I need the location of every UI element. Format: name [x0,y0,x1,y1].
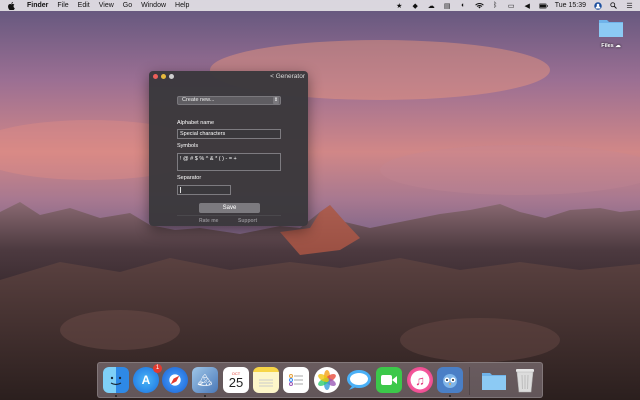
dock-messages[interactable] [346,367,372,393]
generator-popover: < Generator Create new... ⇕ Alphabet nam… [149,71,308,226]
notification-center-icon[interactable]: ☰ [625,2,634,10]
zoom-button[interactable] [169,74,174,79]
cloud-icon[interactable]: ☁ [427,2,436,10]
dock-preview[interactable]: 🏔 [192,367,218,393]
dock-running-indicator [115,395,117,397]
dock-safari[interactable] [162,367,188,393]
trash-icon [516,369,534,393]
updown-chevron-icon: ⇕ [273,97,279,104]
dock: A 1 🏔 OCT 25 ♫ [97,362,543,398]
rate-me-link[interactable]: Rate me [199,218,218,224]
airplay-icon[interactable]: ▭ [507,2,516,10]
desktop-files-folder[interactable]: Files ☁ [594,16,628,49]
dock-finder[interactable] [103,367,129,393]
notes-lines-icon [259,379,273,387]
facetime-camera-icon [381,375,397,385]
dock-trash[interactable] [512,367,538,393]
support-link[interactable]: Support [238,218,257,224]
wifi-icon[interactable] [474,2,484,10]
symbols-input[interactable]: ! @ # $ % ^ & * ( ) - = + [177,153,281,171]
bluetooth-icon[interactable]: ᛒ [491,2,500,10]
dock-downloads-folder[interactable] [481,367,507,393]
save-button[interactable]: Save [199,203,260,213]
symbols-label: Symbols [177,143,199,149]
battery-icon[interactable] [538,2,548,10]
dock-calendar[interactable]: OCT 25 [223,367,249,393]
footer-divider [177,215,281,216]
photos-flower-icon [318,370,336,390]
dock-photos[interactable] [314,367,340,393]
folder-icon [482,373,506,390]
dock-running-indicator [204,395,206,397]
menu-app-name[interactable]: Finder [27,0,48,11]
app-store-badge: 1 [153,364,162,373]
minimize-button[interactable] [161,74,166,79]
messages-bubble-icon [347,370,371,390]
menu-help[interactable]: Help [175,0,189,11]
menu-file[interactable]: File [57,0,68,11]
safari-compass-icon [170,375,180,385]
preview-photo-icon: 🏔 [197,373,213,387]
search-icon[interactable] [609,2,618,10]
dock-app-store[interactable]: A 1 [133,364,162,393]
dock-notes[interactable] [253,367,279,393]
user-avatar-icon[interactable] [593,1,602,10]
folder-icon [599,20,623,37]
reminders-list-icon [289,374,303,386]
circle-status-icon[interactable]: ◐ [459,2,468,10]
tweetbot-bird-icon [443,374,457,388]
menu-go[interactable]: Go [123,0,132,11]
calendar-day: 25 [228,374,244,390]
volume-icon[interactable]: ◀ [523,2,532,10]
close-button[interactable] [153,74,158,79]
dock-tweetbot[interactable] [437,367,463,393]
separator-input[interactable] [177,185,231,195]
music-note-icon: ♫ [415,372,425,388]
menu-window[interactable]: Window [141,0,166,11]
alphabet-name-label: Alphabet name [177,120,214,126]
menu-view[interactable]: View [99,0,114,11]
star-status-icon[interactable]: ★ [395,2,404,10]
dock-reminders[interactable] [283,367,309,393]
dock-facetime[interactable] [376,367,402,393]
dropbox-icon[interactable]: ◆ [411,2,420,10]
dock-itunes[interactable]: ♫ [407,367,433,393]
menu-edit[interactable]: Edit [78,0,90,11]
desktop-files-label: Files [601,43,614,49]
desktop-wallpaper [0,0,640,400]
dock-divider [469,367,470,395]
app-store-icon: A [141,373,151,387]
text-caret [180,187,181,193]
dock-running-indicator [449,395,451,397]
menubar-clock[interactable]: Tue 15:39 [555,0,586,11]
apple-menu-icon[interactable] [6,1,17,10]
separator-label: Separator [177,175,202,181]
icloud-upload-icon: ☁ [615,43,621,49]
create-new-select[interactable]: Create new... ⇕ [177,96,281,105]
back-to-generator-link[interactable]: < Generator [270,73,305,80]
alphabet-name-input[interactable]: Special characters [177,129,281,139]
menu-bar: Finder File Edit View Go Window Help ★ ◆… [0,0,640,11]
create-new-select-value: Create new... [182,97,215,103]
document-icon[interactable]: ▤ [443,2,452,10]
finder-face-icon [110,376,122,386]
